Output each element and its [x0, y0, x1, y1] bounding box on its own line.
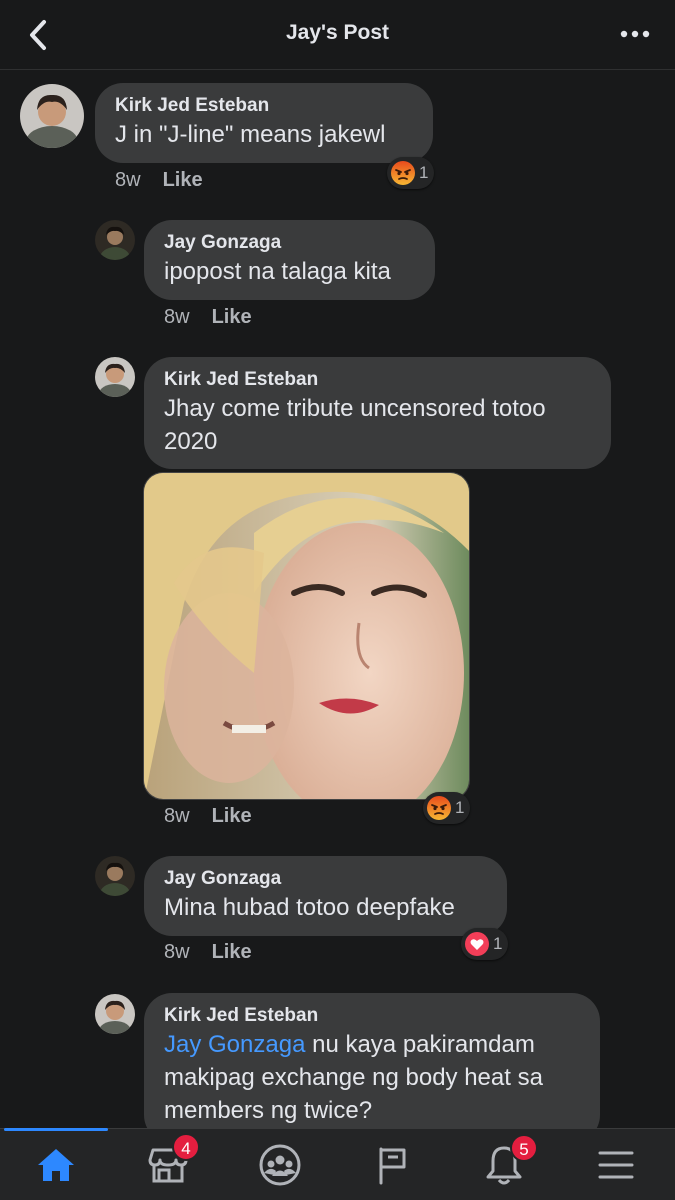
tab-home[interactable]: [0, 1129, 112, 1200]
comment-time: 8w: [164, 805, 190, 827]
like-button[interactable]: Like: [212, 805, 252, 827]
avatar-jay[interactable]: [95, 220, 135, 260]
angry-reaction-icon: [427, 796, 451, 820]
marketplace-badge: 4: [172, 1133, 200, 1161]
tab-pages[interactable]: [336, 1129, 448, 1200]
home-icon: [38, 1149, 74, 1181]
mention-link[interactable]: Jay Gonzaga: [164, 1031, 305, 1058]
bottom-tab-bar: 4 5: [0, 1128, 675, 1200]
love-reaction-icon: [465, 932, 489, 956]
comment-text-fragment: nu kaya pakiramdam: [305, 1031, 535, 1058]
comment-meta: 8w Like: [164, 306, 252, 329]
page-title: Jay's Post: [285, 21, 390, 44]
reaction-count: 1: [419, 163, 429, 182]
groups-icon: [259, 1144, 301, 1186]
comment-text-line: 2020: [164, 428, 218, 455]
comment-text: ipopost na talaga kita: [164, 258, 391, 285]
comment-text-line: Jay Gonzaga nu kaya pakiramdam: [164, 1028, 580, 1061]
tab-menu[interactable]: [560, 1129, 672, 1200]
tab-marketplace[interactable]: 4: [112, 1129, 224, 1200]
comment-bubble: Kirk Jed Esteban J in "J-line" means jak…: [95, 83, 433, 163]
reaction-summary[interactable]: 1: [461, 928, 509, 960]
comment-photo[interactable]: [143, 472, 470, 800]
commenter-name[interactable]: Jay Gonzaga: [164, 231, 415, 255]
comment-text: Mina hubad totoo deepfake: [164, 894, 455, 921]
angry-reaction-icon: [391, 161, 415, 185]
reaction-summary[interactable]: 1: [423, 792, 471, 824]
like-button[interactable]: Like: [163, 169, 203, 191]
comment-text-line: Jhay come tribute uncensored totoo: [164, 395, 546, 422]
menu-icon: [598, 1151, 634, 1179]
comment-bubble: Jay Gonzaga Mina hubad totoo deepfake: [144, 856, 507, 936]
comment-meta: 8w Like: [164, 941, 252, 964]
avatar-jay[interactable]: [95, 856, 135, 896]
commenter-name[interactable]: Kirk Jed Esteban: [115, 94, 413, 118]
comment-bubble: Kirk Jed Esteban Jay Gonzaga nu kaya pak…: [144, 993, 600, 1143]
comment-text: J in "J-line" means jakewl: [115, 121, 386, 148]
commenter-name[interactable]: Kirk Jed Esteban: [164, 1004, 580, 1028]
comment-text-line: members ng twice?: [164, 1097, 373, 1124]
comment-time: 8w: [164, 941, 190, 963]
comment-bubble: Kirk Jed Esteban Jhay come tribute uncen…: [144, 357, 611, 469]
like-button[interactable]: Like: [212, 941, 252, 963]
reaction-count: 1: [493, 934, 503, 953]
comment-text-line: makipag exchange ng body heat sa: [164, 1064, 543, 1091]
comment-meta: 8w Like: [115, 169, 203, 192]
notifications-badge: 5: [510, 1134, 538, 1162]
pages-flag-icon: [379, 1147, 406, 1185]
commenter-name[interactable]: Kirk Jed Esteban: [164, 368, 591, 392]
tab-notifications[interactable]: 5: [448, 1129, 560, 1200]
avatar-kirk[interactable]: [95, 357, 135, 397]
top-header: Jay's Post: [0, 0, 675, 70]
tab-groups[interactable]: [224, 1129, 336, 1200]
like-button[interactable]: Like: [212, 306, 252, 328]
reaction-count: 1: [455, 798, 465, 817]
avatar-kirk[interactable]: [20, 84, 84, 148]
comment-meta: 8w Like: [164, 805, 252, 828]
comment-time: 8w: [164, 306, 190, 328]
comment-time: 8w: [115, 169, 141, 191]
reaction-summary[interactable]: 1: [387, 157, 435, 189]
avatar-kirk[interactable]: [95, 994, 135, 1034]
comment-bubble: Jay Gonzaga ipopost na talaga kita: [144, 220, 435, 300]
more-options-icon[interactable]: [619, 22, 651, 46]
commenter-name[interactable]: Jay Gonzaga: [164, 867, 487, 891]
